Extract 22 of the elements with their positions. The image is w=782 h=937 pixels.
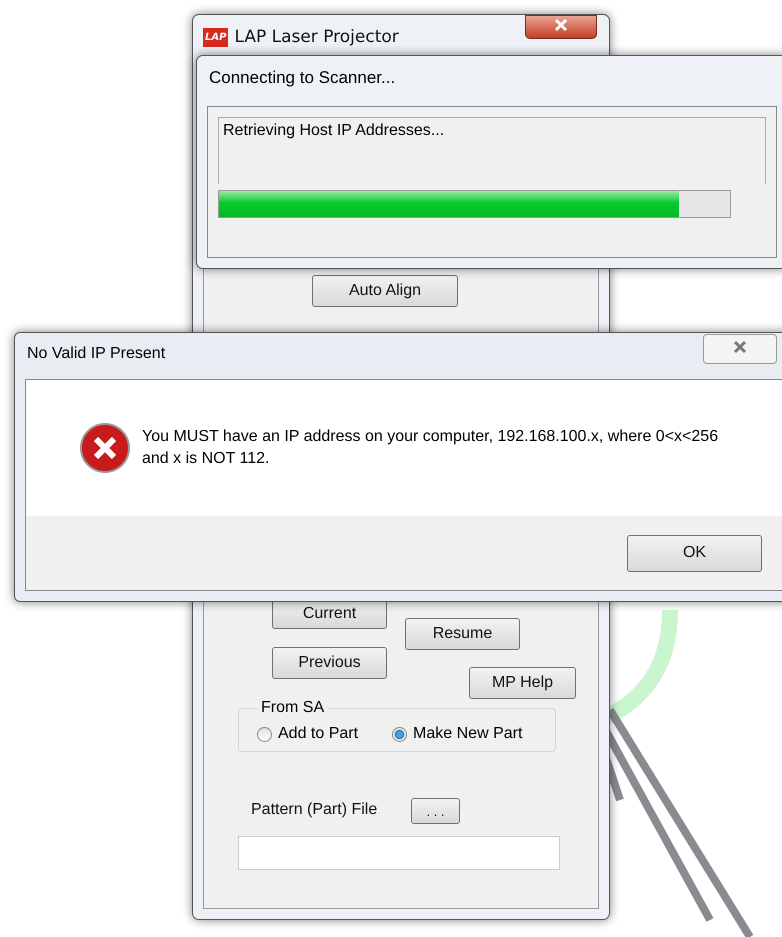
status-text: Retrieving Host IP Addresses...: [218, 117, 766, 184]
close-button[interactable]: [703, 334, 777, 364]
window-title: LAP Laser Projector: [234, 27, 399, 47]
ok-button[interactable]: OK: [627, 534, 762, 572]
dialog-title: Connecting to Scanner...: [209, 68, 396, 88]
app-logo: LAP: [203, 28, 228, 46]
browse-button[interactable]: . . .: [411, 798, 460, 824]
dialog-title: No Valid IP Present: [27, 345, 166, 363]
command-button[interactable]: Previous: [272, 647, 387, 679]
command-button[interactable]: Resume: [405, 618, 520, 650]
close-button[interactable]: [525, 15, 597, 39]
error-message: You MUST have an IP address on your computer, 192.168.100.x, where 0<x<256 and x is NOT 112.: [142, 426, 720, 469]
radio-option[interactable]: Add to Part: [257, 725, 358, 743]
command-button[interactable]: Auto Align: [312, 275, 458, 307]
error-icon: [80, 423, 130, 473]
file-input-field[interactable]: [238, 836, 560, 870]
radio-option[interactable]: Make New Part: [392, 725, 522, 743]
close-icon: [733, 340, 747, 354]
file-label: Pattern (Part) File: [251, 801, 378, 818]
group-title: From SA: [260, 699, 326, 717]
close-icon: [554, 18, 568, 32]
command-button[interactable]: MP Help: [469, 667, 576, 699]
